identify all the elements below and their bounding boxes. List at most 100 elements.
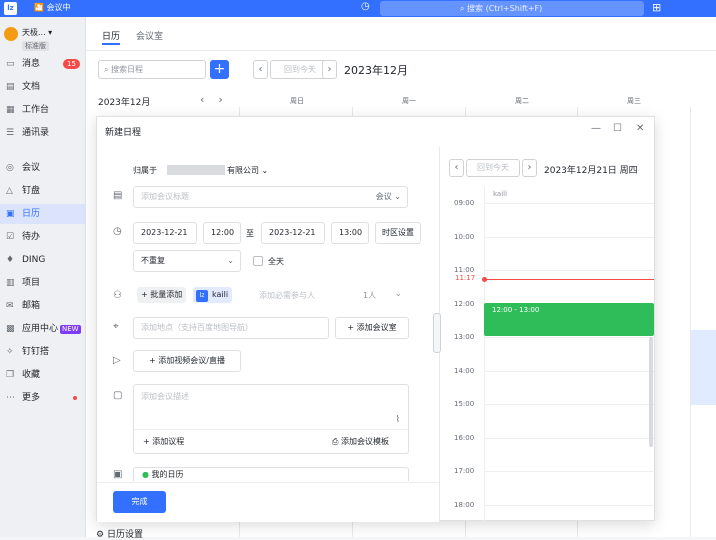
- sidebar-item-11[interactable]: ▩ 应用中心 NEW: [0, 319, 86, 339]
- sidebar-item-label: 工作台: [22, 105, 50, 115]
- add-agenda-button[interactable]: + 添加议程: [143, 436, 184, 447]
- company-select[interactable]: 有限公司 ⌄: [227, 165, 268, 176]
- maximize-icon[interactable]: ☐: [613, 123, 622, 134]
- hour-label: 09:00: [454, 199, 475, 207]
- meeting-icon: ◎: [6, 163, 14, 173]
- prev-button[interactable]: ‹: [253, 60, 268, 79]
- attendee-name: kaili: [212, 290, 229, 299]
- gear-icon: ⚙: [96, 530, 107, 540]
- subject-input[interactable]: 添加会议标题 会议 ⌄: [133, 186, 408, 208]
- chevron-down-icon: ⌄: [227, 256, 234, 265]
- expand-attendees-icon[interactable]: ⌄: [395, 289, 402, 298]
- sidebar-item-label: 更多: [22, 393, 41, 403]
- start-time-field[interactable]: 12:00: [203, 222, 241, 244]
- location-placeholder: 添加地点（支持百度地图导航）: [141, 323, 253, 332]
- tab-meeting-room[interactable]: 会议室: [136, 29, 163, 42]
- current-time-dot: [482, 277, 487, 282]
- unread-badge: 15: [63, 59, 80, 69]
- history-icon[interactable]: ◷: [361, 1, 370, 12]
- add-room-button[interactable]: + 添加会议室: [335, 317, 409, 339]
- hour-label: 18:00: [454, 500, 475, 509]
- sidebar-item-9[interactable]: ▥ 项目: [0, 273, 86, 293]
- sidebar-item-label: 日历: [22, 209, 41, 219]
- new-event-button[interactable]: +: [210, 60, 229, 79]
- add-video-button[interactable]: + 添加视频会议/直播: [133, 350, 241, 372]
- user-name: 天极... ▾: [22, 28, 53, 37]
- main-month-title: 2023年12月: [344, 64, 408, 77]
- message-icon: ▭: [6, 59, 15, 69]
- done-button[interactable]: 完成: [113, 491, 166, 513]
- sidebar-item-4[interactable]: ◎ 会议: [0, 158, 86, 178]
- app-logo: lz: [4, 2, 17, 15]
- sidebar-item-14[interactable]: ⋯ 更多: [0, 388, 86, 408]
- repeat-select[interactable]: 不重复 ⌄: [133, 250, 241, 272]
- add-template-button[interactable]: ⎙ 添加会议模板: [332, 436, 389, 447]
- weekday-tue: 周二: [515, 97, 529, 105]
- attach-icon[interactable]: ⌇: [396, 415, 400, 425]
- tab-underline: [102, 43, 120, 45]
- sidebar-item-3[interactable]: ☰ 通讯录: [0, 123, 86, 143]
- tab-calendar[interactable]: 日历: [102, 29, 120, 42]
- calendar-select[interactable]: ● 我的日历: [133, 467, 409, 481]
- timezone-button[interactable]: 时区设置: [375, 222, 421, 244]
- allday-checkbox[interactable]: [253, 256, 263, 266]
- sidebar-item-2[interactable]: ▦ 工作台: [0, 100, 86, 120]
- event-block[interactable]: 12:00 - 13:00: [484, 303, 654, 336]
- sidebar-item-label: 收藏: [22, 370, 41, 380]
- add-icon[interactable]: ⊞: [652, 1, 661, 14]
- calendar-settings[interactable]: ⚙ 日历设置: [96, 527, 143, 540]
- doc-icon: ▤: [6, 82, 15, 92]
- sidebar-item-label: 应用中心: [22, 324, 59, 334]
- sidebar-item-13[interactable]: ❒ 收藏: [0, 365, 86, 385]
- day-view-scrollbar[interactable]: [649, 337, 653, 447]
- user-profile[interactable]: 天极... ▾ 标准版: [4, 25, 84, 55]
- hour-label: 12:00: [454, 299, 475, 308]
- type-select[interactable]: 会议 ⌄: [376, 187, 401, 207]
- day-prev-button[interactable]: ‹: [449, 159, 464, 177]
- attendee-input[interactable]: 添加必需参与人: [259, 290, 315, 301]
- minimize-icon[interactable]: —: [591, 123, 601, 134]
- attendee-chip[interactable]: lz kaili: [193, 287, 233, 303]
- sidebar: 天极... ▾ 标准版 ▭ 消息 15 ▤ 文档 ▦ 工作台 ☰ 通讯录 ◎ 会议 △ 钉盘 ▣ 日历 ☑ 待办…: [0, 17, 86, 537]
- add-template-label: 添加会议模板: [340, 437, 389, 446]
- add-video-label: 添加视频会议/直播: [158, 356, 225, 365]
- sidebar-item-1[interactable]: ▤ 文档: [0, 77, 86, 97]
- next-button[interactable]: ›: [322, 60, 337, 79]
- start-date-field[interactable]: 2023-12-21: [133, 222, 197, 244]
- sidebar-item-12[interactable]: ✧ 钉钉搭: [0, 342, 86, 362]
- subject-icon: ▤: [113, 190, 123, 201]
- close-icon[interactable]: ✕: [636, 123, 644, 134]
- sidebar-item-6[interactable]: ▣ 日历: [0, 204, 86, 224]
- today-column-highlight: [691, 330, 716, 405]
- today-button[interactable]: 回到今天: [270, 60, 330, 79]
- belongs-label: 归属于: [133, 166, 157, 175]
- sidebar-item-7[interactable]: ☑ 待办: [0, 227, 86, 247]
- avatar[interactable]: [4, 27, 18, 41]
- sidebar-item-0[interactable]: ▭ 消息 15: [0, 54, 86, 74]
- hour-label: 14:00: [454, 366, 475, 375]
- day-today-button[interactable]: 回到今天: [466, 159, 520, 177]
- hour-label: 11:00: [454, 266, 475, 274]
- current-time-label: 11:17: [455, 274, 476, 282]
- sidebar-item-8[interactable]: ♦ DING: [0, 250, 86, 270]
- favorites-icon: ❒: [6, 370, 15, 380]
- end-date-field[interactable]: 2023-12-21: [261, 222, 325, 244]
- description-box[interactable]: 添加会议描述 ⌇ + 添加议程 ⎙ 添加会议模板: [133, 384, 409, 454]
- attendee-count: 1人: [363, 291, 377, 300]
- sidebar-item-5[interactable]: △ 钉盘: [0, 181, 86, 201]
- hour-line: [484, 370, 654, 372]
- global-search-input[interactable]: ⌕ 搜索 (Ctrl+Shift+F): [380, 1, 644, 16]
- day-next-button[interactable]: ›: [522, 159, 537, 177]
- end-time-field[interactable]: 13:00: [331, 222, 369, 244]
- sidebar-item-10[interactable]: ✉ 邮箱: [0, 296, 86, 316]
- hour-label: 17:00: [454, 467, 475, 475]
- meeting-status[interactable]: 🎦 会议中: [34, 2, 71, 13]
- calendar-search-input[interactable]: ⌕ 搜索日程: [98, 60, 206, 79]
- batch-add-button[interactable]: + 批量添加: [137, 287, 187, 303]
- ding-icon: ♦: [6, 255, 15, 265]
- collapse-handle[interactable]: [433, 313, 441, 353]
- mini-month-nav[interactable]: ‹›: [200, 93, 237, 106]
- location-input[interactable]: 添加地点（支持百度地图导航）: [133, 317, 329, 339]
- calendar-select-value: 我的日历: [151, 470, 184, 479]
- mini-month-title: 2023年12月: [98, 98, 151, 108]
